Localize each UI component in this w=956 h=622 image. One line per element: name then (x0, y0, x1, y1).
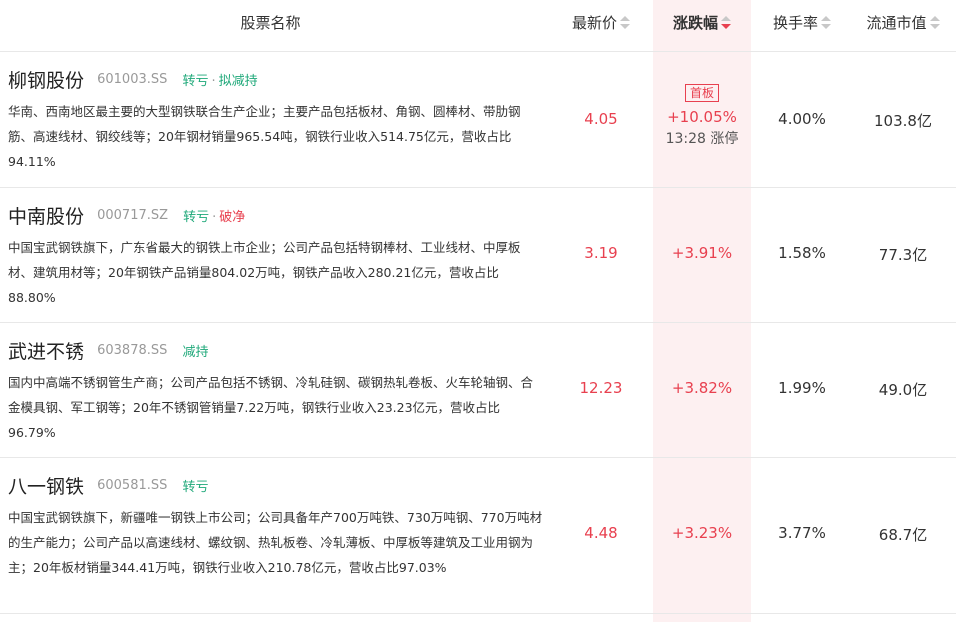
stock-name[interactable]: 武进不锈 (8, 341, 84, 363)
header-stock-name: 股票名称 (240, 14, 301, 32)
stock-name[interactable]: 八一钢铁 (8, 476, 84, 498)
stock-info: 武进不锈 603878.SS 减持 国内中高端不锈钢管生产商；公司产品包括不锈钢… (8, 337, 543, 445)
turnover-value: 1.58% (778, 244, 826, 262)
price-value: 4.05 (584, 110, 618, 128)
stock-code: 601003.SS (97, 72, 168, 87)
header-turnover[interactable]: 换手率 (758, 0, 846, 52)
market-cap-value: 103.8亿 (874, 112, 932, 130)
stock-name[interactable]: 中南股份 (8, 206, 84, 228)
price-value: 3.19 (584, 244, 618, 262)
tag-below-book: 破净 (219, 210, 246, 225)
header-market-cap-label: 流通市值 (866, 14, 927, 32)
stock-code: 600581.SS (97, 478, 168, 493)
header-turnover-label: 换手率 (772, 14, 818, 32)
first-board-badge: 首板 (684, 84, 719, 102)
header-change-label: 涨跌幅 (672, 14, 718, 32)
change-value: +3.91% (671, 244, 733, 262)
market-cap-value: 68.7亿 (878, 526, 928, 544)
turnover-value: 1.99% (778, 379, 826, 397)
table-row[interactable]: 柳钢股份 601003.SS 转亏 · 拟减持 华南、西南地区最主要的大型钢铁联合生… (0, 52, 956, 188)
sort-icon (620, 15, 630, 30)
change-value: +10.05% (667, 108, 737, 126)
tag-reduce: 拟减持 (218, 74, 258, 89)
sort-icon (821, 15, 831, 30)
header-change[interactable]: 涨跌幅 (653, 0, 751, 52)
sort-desc-active-icon (721, 15, 731, 30)
table-header: 股票名称 最新价 涨跌幅 换手率 流通市值 (0, 0, 956, 52)
tag-loss: 转亏 (182, 480, 209, 495)
tag-separator: · (212, 210, 217, 225)
change-cell: 首板 +10.05% 13:28 涨停 (653, 83, 751, 150)
tag-loss: 转亏 (182, 74, 209, 89)
table-row[interactable]: 八一钢铁 600581.SS 转亏 中国宝武钢铁旗下，新疆唯一钢铁上市公司；公司… (0, 458, 956, 614)
stock-info: 中南股份 000717.SZ 转亏 · 破净 中国宝武钢铁旗下，广东省最大的钢铁上市… (8, 202, 543, 310)
market-cap-value: 77.3亿 (878, 246, 928, 264)
turnover-value: 4.00% (778, 110, 826, 128)
stock-description: 中国宝武钢铁旗下，新疆唯一钢铁上市公司；公司具备年产700万吨铁、730万吨钢、… (8, 510, 543, 575)
market-cap-value: 49.0亿 (878, 381, 928, 399)
change-value: +3.23% (671, 524, 733, 542)
header-price[interactable]: 最新价 (561, 0, 641, 52)
stock-description: 华南、西南地区最主要的大型钢铁联合生产企业；主要产品包括板材、角钢、圆棒材、带肋… (8, 104, 521, 169)
stock-info: 八一钢铁 600581.SS 转亏 中国宝武钢铁旗下，新疆唯一钢铁上市公司；公司… (8, 472, 543, 580)
tag-reduce: 减持 (182, 345, 209, 360)
stock-info: 柳钢股份 601003.SS 转亏 · 拟减持 华南、西南地区最主要的大型钢铁联合生… (8, 66, 543, 174)
limit-up-time: 13:28 涨停 (665, 131, 739, 147)
price-value: 12.23 (579, 379, 623, 397)
stock-description: 中国宝武钢铁旗下，广东省最大的钢铁上市企业；公司产品包括特钢棒材、工业线材、中厚… (8, 240, 521, 305)
table-row[interactable]: 武进不锈 603878.SS 减持 国内中高端不锈钢管生产商；公司产品包括不锈钢… (0, 323, 956, 458)
tag-separator: · (211, 74, 216, 89)
tag-loss: 转亏 (183, 210, 210, 225)
stock-name[interactable]: 柳钢股份 (8, 70, 84, 92)
table-row[interactable]: 中南股份 000717.SZ 转亏 · 破净 中国宝武钢铁旗下，广东省最大的钢铁上市… (0, 188, 956, 323)
price-value: 4.48 (584, 524, 618, 542)
stock-code: 603878.SS (97, 343, 168, 358)
sort-icon (929, 15, 940, 30)
stock-code: 000717.SZ (97, 208, 169, 223)
header-market-cap[interactable]: 流通市值 (855, 0, 951, 52)
stock-description: 国内中高端不锈钢管生产商；公司产品包括不锈钢、冷轧硅钢、碳钢热轧卷板、火车轮轴钢… (8, 375, 534, 440)
stock-table: 股票名称 最新价 涨跌幅 换手率 流通市值 柳钢股份 601003.SS 转亏 ·… (0, 0, 956, 622)
header-price-label: 最新价 (571, 14, 617, 32)
change-value: +3.82% (671, 379, 733, 397)
turnover-value: 3.77% (778, 524, 826, 542)
